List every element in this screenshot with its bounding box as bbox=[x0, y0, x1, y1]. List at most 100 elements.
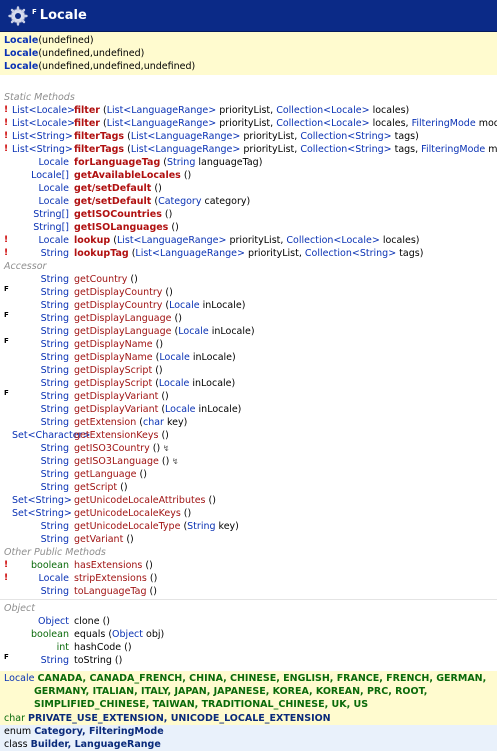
method-name[interactable]: getDisplayLanguage bbox=[74, 326, 172, 337]
static-method-row[interactable]: Locale forLanguageTag (String languageTag… bbox=[0, 156, 497, 169]
method-name[interactable]: getUnicodeLocaleKeys bbox=[74, 508, 181, 519]
method-name[interactable]: getExtensionKeys bbox=[74, 430, 158, 441]
modifier-spacer bbox=[0, 507, 12, 520]
return-type: String bbox=[40, 417, 69, 428]
enum-list[interactable]: Category, FilteringMode bbox=[34, 726, 163, 737]
constants-line-1[interactable]: CANADA, CANADA_FRENCH, CHINA, CHINESE, E… bbox=[38, 673, 487, 684]
accessor-method-row[interactable]: String getVariant () bbox=[0, 533, 497, 546]
accessor-method-row[interactable]: String getDisplayScript () bbox=[0, 364, 497, 377]
constructor-row[interactable]: Locale ( undefined, undefined) bbox=[4, 47, 497, 60]
method-name[interactable]: toLanguageTag bbox=[74, 586, 147, 597]
accessor-method-row[interactable]: F String getDisplayVariant () bbox=[0, 389, 497, 403]
method-name[interactable]: getUnicodeLocaleAttributes bbox=[74, 495, 206, 506]
accessor-method-row[interactable]: String getDisplayName (Locale inLocale) bbox=[0, 351, 497, 364]
accessor-method-row[interactable]: Set<String> getUnicodeLocaleKeys () bbox=[0, 507, 497, 520]
method-name[interactable]: clone bbox=[74, 616, 100, 627]
method-name[interactable]: getExtension bbox=[74, 417, 136, 428]
method-name[interactable]: getUnicodeLocaleType bbox=[74, 521, 180, 532]
public-method-row[interactable]: ! Locale stripExtensions () bbox=[0, 572, 497, 585]
method-name[interactable]: getDisplayVariant bbox=[74, 391, 158, 402]
method-name[interactable]: filterTags bbox=[74, 131, 124, 142]
return-type: String bbox=[40, 456, 69, 467]
constants-line-2[interactable]: GERMANY, ITALIAN, ITALY, JAPAN, JAPANESE… bbox=[34, 686, 427, 697]
static-method-row[interactable]: String[] getISOCountries () bbox=[0, 208, 497, 221]
static-method-row[interactable]: String[] getISOLanguages () bbox=[0, 221, 497, 234]
accessor-method-row[interactable]: String getScript () bbox=[0, 481, 497, 494]
method-name[interactable]: hasExtensions bbox=[74, 560, 142, 571]
return-type: Locale bbox=[38, 183, 69, 194]
method-name[interactable]: getDisplayScript bbox=[74, 365, 152, 376]
constants-line-3[interactable]: SIMPLIFIED_CHINESE, TAIWAN, TRADITIONAL_… bbox=[34, 699, 368, 710]
static-method-row[interactable]: Locale[] getAvailableLocales () bbox=[0, 169, 497, 182]
accessor-method-row[interactable]: String getDisplayLanguage (Locale inLocal… bbox=[0, 325, 497, 338]
accessor-method-row[interactable]: String getDisplayScript (Locale inLocale) bbox=[0, 377, 497, 390]
method-name[interactable]: getDisplayLanguage bbox=[74, 313, 172, 324]
object-methods-list: Object clone () boolean equals (Object obj)… bbox=[0, 615, 497, 667]
method-name[interactable]: filterTags bbox=[74, 144, 124, 155]
method-name[interactable]: getDisplayScript bbox=[74, 378, 152, 389]
object-method-row[interactable]: int hashCode () bbox=[0, 641, 497, 654]
accessor-method-row[interactable]: String getDisplayVariant (Locale inLocale… bbox=[0, 403, 497, 416]
method-name[interactable]: getScript bbox=[74, 482, 117, 493]
method-name[interactable]: getLanguage bbox=[74, 469, 136, 480]
constructor-name[interactable]: Locale bbox=[4, 34, 38, 47]
static-method-row[interactable]: ! List<Locale> filter (List<LanguageRange>… bbox=[0, 104, 497, 117]
accessor-method-row[interactable]: String getDisplayCountry (Locale inLocale… bbox=[0, 299, 497, 312]
method-name[interactable]: getDisplayName bbox=[74, 339, 153, 350]
constructor-row[interactable]: Locale ( undefined) bbox=[4, 34, 497, 47]
method-name[interactable]: getVariant bbox=[74, 534, 123, 545]
method-name[interactable]: forLanguageTag bbox=[74, 157, 160, 168]
accessor-method-row[interactable]: Set<String> getUnicodeLocaleAttributes () bbox=[0, 494, 497, 507]
method-name[interactable]: lookupTag bbox=[74, 248, 129, 259]
method-name[interactable]: getISO3Language bbox=[74, 456, 159, 467]
static-method-row[interactable]: ! String lookupTag (List<LanguageRange> pr… bbox=[0, 247, 497, 260]
method-name[interactable]: getDisplayName bbox=[74, 352, 153, 363]
accessor-method-row[interactable]: Set<Character> getExtensionKeys () bbox=[0, 429, 497, 442]
method-name[interactable]: getAvailableLocales bbox=[74, 170, 181, 181]
static-method-row[interactable]: ! List<Locale> filter (List<LanguageRange>… bbox=[0, 117, 497, 130]
param-name: category bbox=[201, 196, 247, 207]
accessor-method-row[interactable]: String getUnicodeLocaleType (String key) bbox=[0, 520, 497, 533]
static-method-row[interactable]: Locale get/setDefault (Category category) bbox=[0, 195, 497, 208]
accessor-method-row[interactable]: String getISO3Language () ↯ bbox=[0, 455, 497, 468]
accessor-method-row[interactable]: F String getDisplayLanguage () bbox=[0, 311, 497, 325]
method-name[interactable]: getISOCountries bbox=[74, 209, 162, 220]
static-method-row[interactable]: ! List<String> filterTags (List<LanguageRa… bbox=[0, 130, 497, 143]
object-method-row[interactable]: F String toString () bbox=[0, 653, 497, 667]
method-name[interactable]: toString bbox=[74, 655, 112, 666]
method-name[interactable]: getISOLanguages bbox=[74, 222, 168, 233]
accessor-method-row[interactable]: String getExtension (char key) bbox=[0, 416, 497, 429]
accessor-method-row[interactable]: String getISO3Country () ↯ bbox=[0, 442, 497, 455]
accessor-method-row[interactable]: F String getDisplayName () bbox=[0, 337, 497, 351]
method-name[interactable]: getDisplayCountry bbox=[74, 287, 162, 298]
static-method-row[interactable]: ! Locale lookup (List<LanguageRange> prior… bbox=[0, 234, 497, 247]
method-name[interactable]: getDisplayCountry bbox=[74, 300, 162, 311]
method-name[interactable]: lookup bbox=[74, 235, 110, 246]
char-constants[interactable]: PRIVATE_USE_EXTENSION, UNICODE_LOCALE_EX… bbox=[28, 713, 331, 724]
static-method-row[interactable]: Locale get/setDefault () bbox=[0, 182, 497, 195]
public-method-row[interactable]: ! boolean hasExtensions () bbox=[0, 559, 497, 572]
method-name[interactable]: equals bbox=[74, 629, 105, 640]
method-name[interactable]: filter bbox=[74, 118, 100, 129]
modifier-spacer bbox=[0, 156, 12, 169]
method-name[interactable]: getISO3Country bbox=[74, 443, 150, 454]
method-name[interactable]: filter bbox=[74, 105, 100, 116]
constructor-row[interactable]: Locale ( undefined, undefined, undefined… bbox=[4, 60, 497, 73]
method-name[interactable]: getCountry bbox=[74, 274, 127, 285]
static-method-row[interactable]: ! List<String> filterTags (List<LanguageRa… bbox=[0, 143, 497, 156]
constructor-name[interactable]: Locale bbox=[4, 60, 38, 73]
accessor-method-row[interactable]: String getLanguage () bbox=[0, 468, 497, 481]
accessor-method-row[interactable]: F String getDisplayCountry () bbox=[0, 285, 497, 299]
method-name[interactable]: hashCode bbox=[74, 642, 121, 653]
object-method-row[interactable]: boolean equals (Object obj) bbox=[0, 628, 497, 641]
constructor-name[interactable]: Locale bbox=[4, 47, 38, 60]
method-name[interactable]: stripExtensions bbox=[74, 573, 147, 584]
accessor-method-row[interactable]: String getCountry () bbox=[0, 273, 497, 286]
param-name: undefined bbox=[92, 61, 141, 72]
public-method-row[interactable]: String toLanguageTag () bbox=[0, 585, 497, 598]
method-name[interactable]: get/setDefault bbox=[74, 196, 151, 207]
method-name[interactable]: get/setDefault bbox=[74, 183, 151, 194]
method-name[interactable]: getDisplayVariant bbox=[74, 404, 158, 415]
method-signature: lookup (List<LanguageRange> priorityList… bbox=[74, 235, 420, 246]
object-method-row[interactable]: Object clone () bbox=[0, 615, 497, 628]
